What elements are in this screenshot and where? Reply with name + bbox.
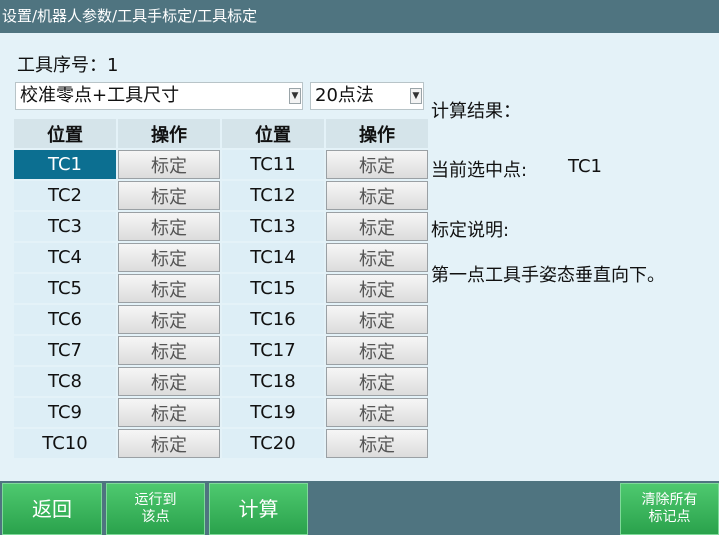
point-cell-tc13[interactable]: TC13 [222, 212, 324, 241]
calibrate-button-tc18[interactable]: 标定 [326, 367, 428, 396]
table-row: TC8 标定 TC18 标定 [14, 367, 428, 396]
point-cell-tc10[interactable]: TC10 [14, 429, 116, 458]
calibration-note-text: 第一点工具手姿态垂直向下。 [431, 265, 665, 286]
point-cell-tc3[interactable]: TC3 [14, 212, 116, 241]
table-row: TC5 标定 TC15 标定 [14, 274, 428, 303]
point-cell-tc19[interactable]: TC19 [222, 398, 324, 427]
calibrate-button-tc4[interactable]: 标定 [118, 243, 220, 272]
run-to-point-line1: 运行到 [134, 491, 177, 508]
run-to-point-line2: 该点 [141, 509, 170, 525]
point-cell-tc7[interactable]: TC7 [14, 336, 116, 365]
point-cell-tc8[interactable]: TC8 [14, 367, 116, 396]
header-position: 位置 [222, 119, 324, 148]
calibration-note-label: 标定说明: [431, 220, 510, 241]
calibrate-button-tc14[interactable]: 标定 [326, 243, 428, 272]
calibrate-button-tc17[interactable]: 标定 [326, 336, 428, 365]
point-cell-tc18[interactable]: TC18 [222, 367, 324, 396]
point-cell-tc5[interactable]: TC5 [14, 274, 116, 303]
calibrate-button-tc1[interactable]: 标定 [118, 150, 220, 179]
point-cell-tc20[interactable]: TC20 [222, 429, 324, 458]
point-cell-tc17[interactable]: TC17 [222, 336, 324, 365]
calibrate-button-tc15[interactable]: 标定 [326, 274, 428, 303]
point-cell-tc1[interactable]: TC1 [14, 150, 116, 179]
table-row: TC7 标定 TC17 标定 [14, 336, 428, 365]
table-row: TC6 标定 TC16 标定 [14, 305, 428, 334]
header-operation: 操作 [326, 119, 428, 148]
calibrate-button-tc16[interactable]: 标定 [326, 305, 428, 334]
point-count-value: 20点法 [315, 85, 374, 106]
calculation-result-label: 计算结果： [431, 101, 521, 122]
table-row: TC9 标定 TC19 标定 [14, 398, 428, 427]
calibrate-button-tc8[interactable]: 标定 [118, 367, 220, 396]
run-to-point-button[interactable]: 运行到 该点 [106, 483, 205, 535]
calibrate-button-tc10[interactable]: 标定 [118, 429, 220, 458]
point-cell-tc9[interactable]: TC9 [14, 398, 116, 427]
selected-point-value: TC1 [568, 156, 602, 177]
calibrate-button-tc19[interactable]: 标定 [326, 398, 428, 427]
calibrate-button-tc6[interactable]: 标定 [118, 305, 220, 334]
window-title: 设置/机器人参数/工具手标定/工具标定 [0, 0, 719, 33]
calibration-method-value: 校准零点+工具尺寸 [20, 85, 180, 106]
tool-number-label: 工具序号：1 [17, 55, 119, 76]
calibration-points-table: 位置 操作 位置 操作 TC1 标定 TC11 标定 TC2 标定 TC12 标定 TC3 标定 T… [12, 117, 430, 460]
clear-all-marks-button[interactable]: 清除所有 标记点 [620, 483, 719, 535]
point-cell-tc4[interactable]: TC4 [14, 243, 116, 272]
table-row: TC10 标定 TC20 标定 [14, 429, 428, 458]
table-row: TC2 标定 TC12 标定 [14, 181, 428, 210]
table-row: TC4 标定 TC14 标定 [14, 243, 428, 272]
dropdown-arrow-icon[interactable]: ▼ [410, 88, 422, 104]
table-row: TC1 标定 TC11 标定 [14, 150, 428, 179]
point-cell-tc11[interactable]: TC11 [222, 150, 324, 179]
dropdown-arrow-icon[interactable]: ▼ [289, 88, 301, 104]
calibrate-button-tc7[interactable]: 标定 [118, 336, 220, 365]
table-row: TC3 标定 TC13 标定 [14, 212, 428, 241]
header-position: 位置 [14, 119, 116, 148]
clear-all-marks-line1: 清除所有 [641, 491, 698, 508]
back-button[interactable]: 返回 [2, 483, 102, 535]
point-cell-tc15[interactable]: TC15 [222, 274, 324, 303]
calibrate-button-tc20[interactable]: 标定 [326, 429, 428, 458]
point-count-select[interactable]: 20点法 ▼ [310, 82, 424, 110]
point-cell-tc16[interactable]: TC16 [222, 305, 324, 334]
calibrate-button-tc9[interactable]: 标定 [118, 398, 220, 427]
point-cell-tc2[interactable]: TC2 [14, 181, 116, 210]
calculate-button[interactable]: 计算 [209, 483, 308, 535]
calibrate-button-tc12[interactable]: 标定 [326, 181, 428, 210]
calibrate-button-tc11[interactable]: 标定 [326, 150, 428, 179]
point-cell-tc12[interactable]: TC12 [222, 181, 324, 210]
selected-point-label: 当前选中点: [431, 160, 528, 181]
point-cell-tc14[interactable]: TC14 [222, 243, 324, 272]
calibrate-button-tc2[interactable]: 标定 [118, 181, 220, 210]
calibrate-button-tc13[interactable]: 标定 [326, 212, 428, 241]
point-cell-tc6[interactable]: TC6 [14, 305, 116, 334]
calibration-method-select[interactable]: 校准零点+工具尺寸 ▼ [15, 82, 303, 110]
clear-all-marks-line2: 标记点 [648, 509, 691, 525]
calibrate-button-tc5[interactable]: 标定 [118, 274, 220, 303]
calibrate-button-tc3[interactable]: 标定 [118, 212, 220, 241]
header-operation: 操作 [118, 119, 220, 148]
